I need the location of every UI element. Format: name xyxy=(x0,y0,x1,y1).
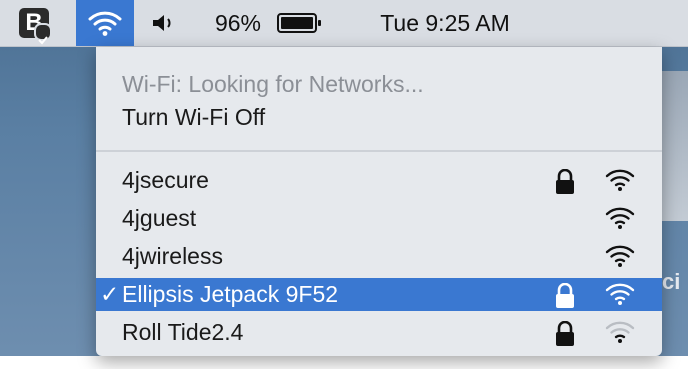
lock-icon xyxy=(556,169,574,194)
wifi-signal-icon xyxy=(605,245,635,267)
wifi-signal-icon xyxy=(605,207,635,229)
turn-wifi-off-item[interactable]: Turn Wi-Fi Off xyxy=(122,104,265,131)
app-icon[interactable]: B xyxy=(14,0,54,46)
network-item-4jwireless[interactable]: 4jwireless xyxy=(96,240,662,273)
wifi-signal-icon xyxy=(605,283,635,305)
network-name: 4jwireless xyxy=(122,243,223,269)
wifi-dropdown-menu: Wi-Fi: Looking for Networks... Turn Wi-F… xyxy=(96,47,662,356)
desktop-text-fragment: ci xyxy=(662,269,681,294)
network-name: Ellipsis Jetpack 9F52 xyxy=(122,281,339,307)
desktop-window-fragment xyxy=(662,71,688,221)
menu-bar: B 96% Tue 9:25 AM xyxy=(0,0,688,47)
battery-percent: 96% xyxy=(214,9,262,36)
network-item-4jguest[interactable]: 4jguest xyxy=(96,202,662,235)
checkmark-icon: ✓ xyxy=(100,281,120,307)
volume-button[interactable] xyxy=(144,0,184,46)
wifi-status-label: Wi-Fi: Looking for Networks... xyxy=(122,71,424,97)
screen-bottom-margin xyxy=(0,356,688,369)
network-item-ellipsis-jetpack-9f52[interactable]: ✓ Ellipsis Jetpack 9F52 xyxy=(96,278,662,311)
menu-separator xyxy=(96,150,662,152)
lock-icon xyxy=(556,283,574,308)
network-name: Roll Tide2.4 xyxy=(122,319,244,345)
volume-icon xyxy=(153,15,171,31)
network-name: 4jsecure xyxy=(122,167,209,193)
battery-button[interactable] xyxy=(272,0,328,46)
wifi-menu-button[interactable] xyxy=(76,0,134,46)
wifi-weak-signal-icon xyxy=(605,321,635,343)
network-name: 4jguest xyxy=(122,205,197,231)
lock-icon xyxy=(556,321,574,346)
wifi-icon xyxy=(88,11,122,36)
battery-icon xyxy=(277,13,321,33)
desktop-right-edge: ci xyxy=(662,47,688,356)
app-status-badge-icon xyxy=(34,23,52,45)
app-logo: B xyxy=(19,8,52,45)
wifi-signal-icon xyxy=(605,169,635,191)
network-item-roll-tide2-4[interactable]: Roll Tide2.4 xyxy=(96,316,662,349)
network-item-4jsecure[interactable]: 4jsecure xyxy=(96,164,662,197)
menubar-clock[interactable]: Tue 9:25 AM xyxy=(360,0,530,46)
